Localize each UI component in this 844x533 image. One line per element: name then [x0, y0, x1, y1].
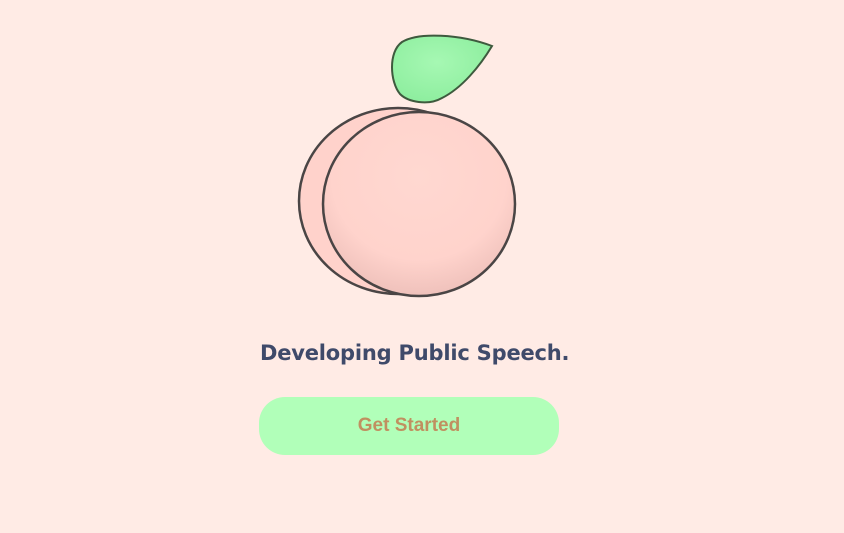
peach-front-half [321, 110, 517, 298]
peach-logo-icon [297, 34, 517, 298]
get-started-button[interactable]: Get Started [259, 397, 559, 455]
leaf-icon [391, 34, 494, 104]
tagline: Developing Public Speech. [260, 341, 570, 365]
